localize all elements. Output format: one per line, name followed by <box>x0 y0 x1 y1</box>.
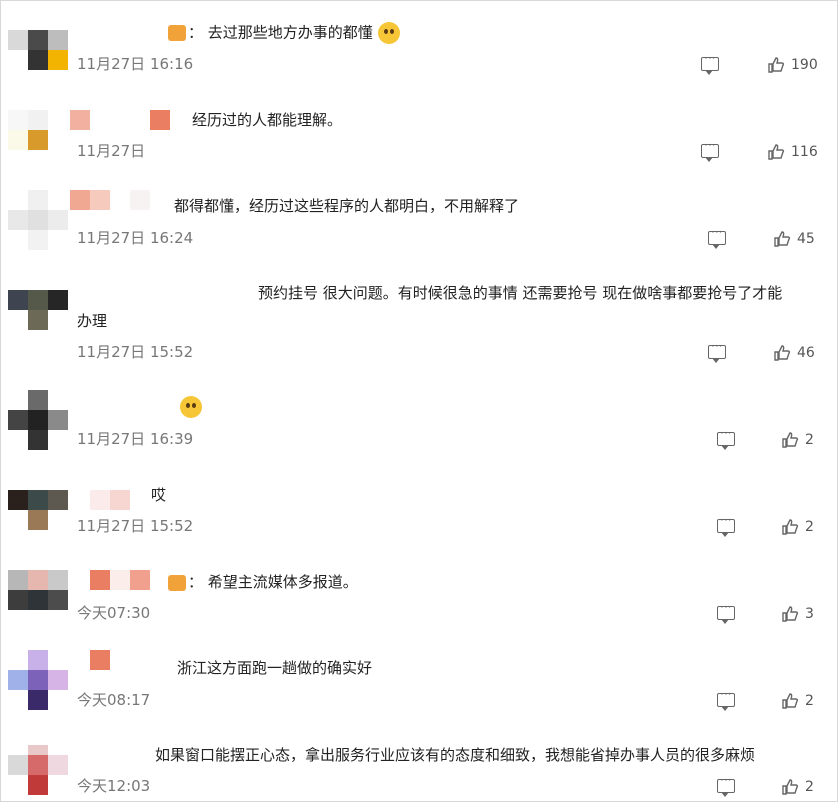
reply-icon[interactable] <box>717 773 735 797</box>
comment-text: 都得都懂，经历过这些程序的人都明白，不用解释了 <box>174 197 520 215</box>
comment-time: 今天08:17 <box>77 691 151 709</box>
comment-time: 今天07:30 <box>77 604 151 622</box>
reply-icon[interactable] <box>717 513 735 537</box>
reply-icon[interactable] <box>701 51 719 75</box>
like-button[interactable]: 190 <box>767 56 818 74</box>
reply-icon[interactable] <box>717 426 735 450</box>
thumbs-up-icon <box>782 779 799 795</box>
thumbs-up-icon <box>768 57 785 73</box>
comment-time: 11月27日 <box>77 142 146 160</box>
comment-time: 11月27日 15:52 <box>77 517 194 535</box>
thumbs-up-icon <box>782 519 799 535</box>
like-button[interactable]: 3 <box>781 605 814 623</box>
username[interactable] <box>70 190 150 210</box>
like-button[interactable]: 116 <box>767 143 818 161</box>
thumbs-up-icon <box>768 144 785 160</box>
like-count: 45 <box>797 231 815 247</box>
like-count: 116 <box>791 144 818 160</box>
avatar[interactable] <box>8 110 70 170</box>
crying-emoji-icon <box>377 22 400 44</box>
thumbs-up-icon <box>774 231 791 247</box>
thumbs-up-icon <box>782 432 799 448</box>
like-count: 2 <box>805 693 814 709</box>
reply-icon[interactable] <box>701 138 719 162</box>
avatar[interactable] <box>8 30 70 90</box>
comment-time: 今天12:03 <box>77 777 151 795</box>
avatar[interactable] <box>8 570 70 630</box>
like-button[interactable]: 2 <box>781 431 814 449</box>
comment-text: 哎 <box>151 486 167 504</box>
comment-text-continued: 办理 <box>77 312 108 330</box>
comment-time: 11月27日 16:24 <box>77 229 194 247</box>
avatar[interactable] <box>8 650 70 710</box>
comment-time: 11月27日 16:16 <box>77 55 194 73</box>
comment-text: 浙江这方面跑一趟做的确实好 <box>177 659 373 677</box>
shocked-emoji-icon <box>180 396 202 418</box>
comment-time: 11月27日 15:52 <box>77 343 194 361</box>
username[interactable] <box>70 110 170 130</box>
like-count: 2 <box>805 779 814 795</box>
crown-badge-icon <box>168 574 186 591</box>
reply-icon[interactable] <box>708 339 726 363</box>
like-button[interactable]: 2 <box>781 518 814 536</box>
reply-icon[interactable] <box>717 687 735 711</box>
avatar[interactable] <box>8 290 70 350</box>
username[interactable] <box>90 650 110 670</box>
avatar[interactable] <box>8 190 70 250</box>
thumbs-up-icon <box>782 606 799 622</box>
thumbs-up-icon <box>774 345 791 361</box>
comment-text: ： 去过那些地方办事的都懂 <box>166 22 400 44</box>
like-count: 2 <box>805 432 814 448</box>
like-count: 2 <box>805 519 814 535</box>
like-button[interactable]: 2 <box>781 692 814 710</box>
like-count: 46 <box>797 345 815 361</box>
like-button[interactable]: 2 <box>781 778 814 796</box>
thumbs-up-icon <box>782 693 799 709</box>
comment-text <box>180 396 202 418</box>
comment-text: 预约挂号 很大问题。有时候很急的事情 还需要抢号 现在做啥事都要抢号了才能 <box>258 284 783 302</box>
reply-icon[interactable] <box>708 225 726 249</box>
comment-time: 11月27日 16:39 <box>77 430 194 448</box>
comment-text: ： 希望主流媒体多报道。 <box>166 572 358 592</box>
reply-icon[interactable] <box>717 600 735 624</box>
username[interactable] <box>90 490 130 510</box>
like-count: 3 <box>805 606 814 622</box>
comment-text: 如果窗口能摆正心态，拿出服务行业应该有的态度和细致，我想能省掉办事人员的很多麻烦 <box>155 746 756 764</box>
like-button[interactable]: 46 <box>773 344 815 362</box>
avatar[interactable] <box>8 745 70 805</box>
like-count: 190 <box>791 57 818 73</box>
username[interactable] <box>90 570 150 590</box>
avatar[interactable] <box>8 490 70 550</box>
crown-badge-icon <box>168 25 186 41</box>
comment-text: 经历过的人都能理解。 <box>192 111 343 129</box>
like-button[interactable]: 45 <box>773 230 815 248</box>
avatar[interactable] <box>8 390 70 450</box>
